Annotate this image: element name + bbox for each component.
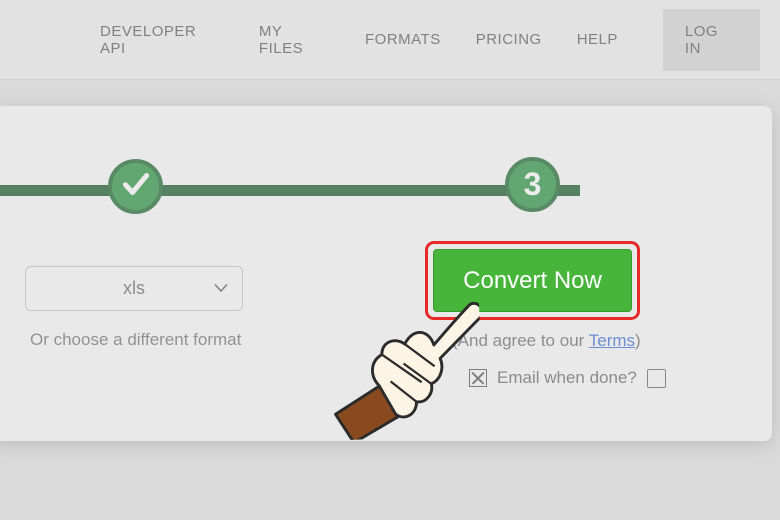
terms-link[interactable]: Terms [589, 331, 635, 350]
nav-help[interactable]: HELP [577, 31, 618, 48]
convert-button-label: Convert Now [463, 267, 602, 295]
nav-my-files[interactable]: MY FILES [259, 23, 330, 57]
top-nav: DEVELOPER API MY FILES FORMATS PRICING H… [0, 0, 780, 80]
conversion-card: 3 xls Or choose a different format Conve… [0, 106, 772, 441]
stepper-progress-line [0, 185, 580, 196]
email-done-checkbox[interactable] [647, 369, 666, 388]
format-select[interactable]: xls [25, 266, 243, 311]
convert-button-highlight: Convert Now [425, 241, 640, 320]
email-done-label: Email when done? [497, 368, 637, 388]
nav-formats[interactable]: FORMATS [365, 31, 441, 48]
nav-developer-api[interactable]: DEVELOPER API [100, 23, 224, 57]
step-number-label: 3 [524, 166, 542, 203]
choose-different-format-label: Or choose a different format [30, 330, 241, 350]
checkmark-icon [119, 167, 153, 206]
agree-terms-text: (And agree to our Terms) [452, 331, 641, 351]
step-complete-indicator [108, 159, 163, 214]
step-current-indicator: 3 [505, 157, 560, 212]
envelope-icon [469, 369, 487, 387]
format-selected-label: xls [123, 278, 145, 299]
convert-now-button[interactable]: Convert Now [433, 249, 632, 312]
nav-pricing[interactable]: PRICING [476, 31, 542, 48]
email-when-done-row: Email when done? [469, 368, 666, 388]
chevron-down-icon [214, 280, 228, 298]
login-button[interactable]: LOG IN [663, 9, 760, 71]
